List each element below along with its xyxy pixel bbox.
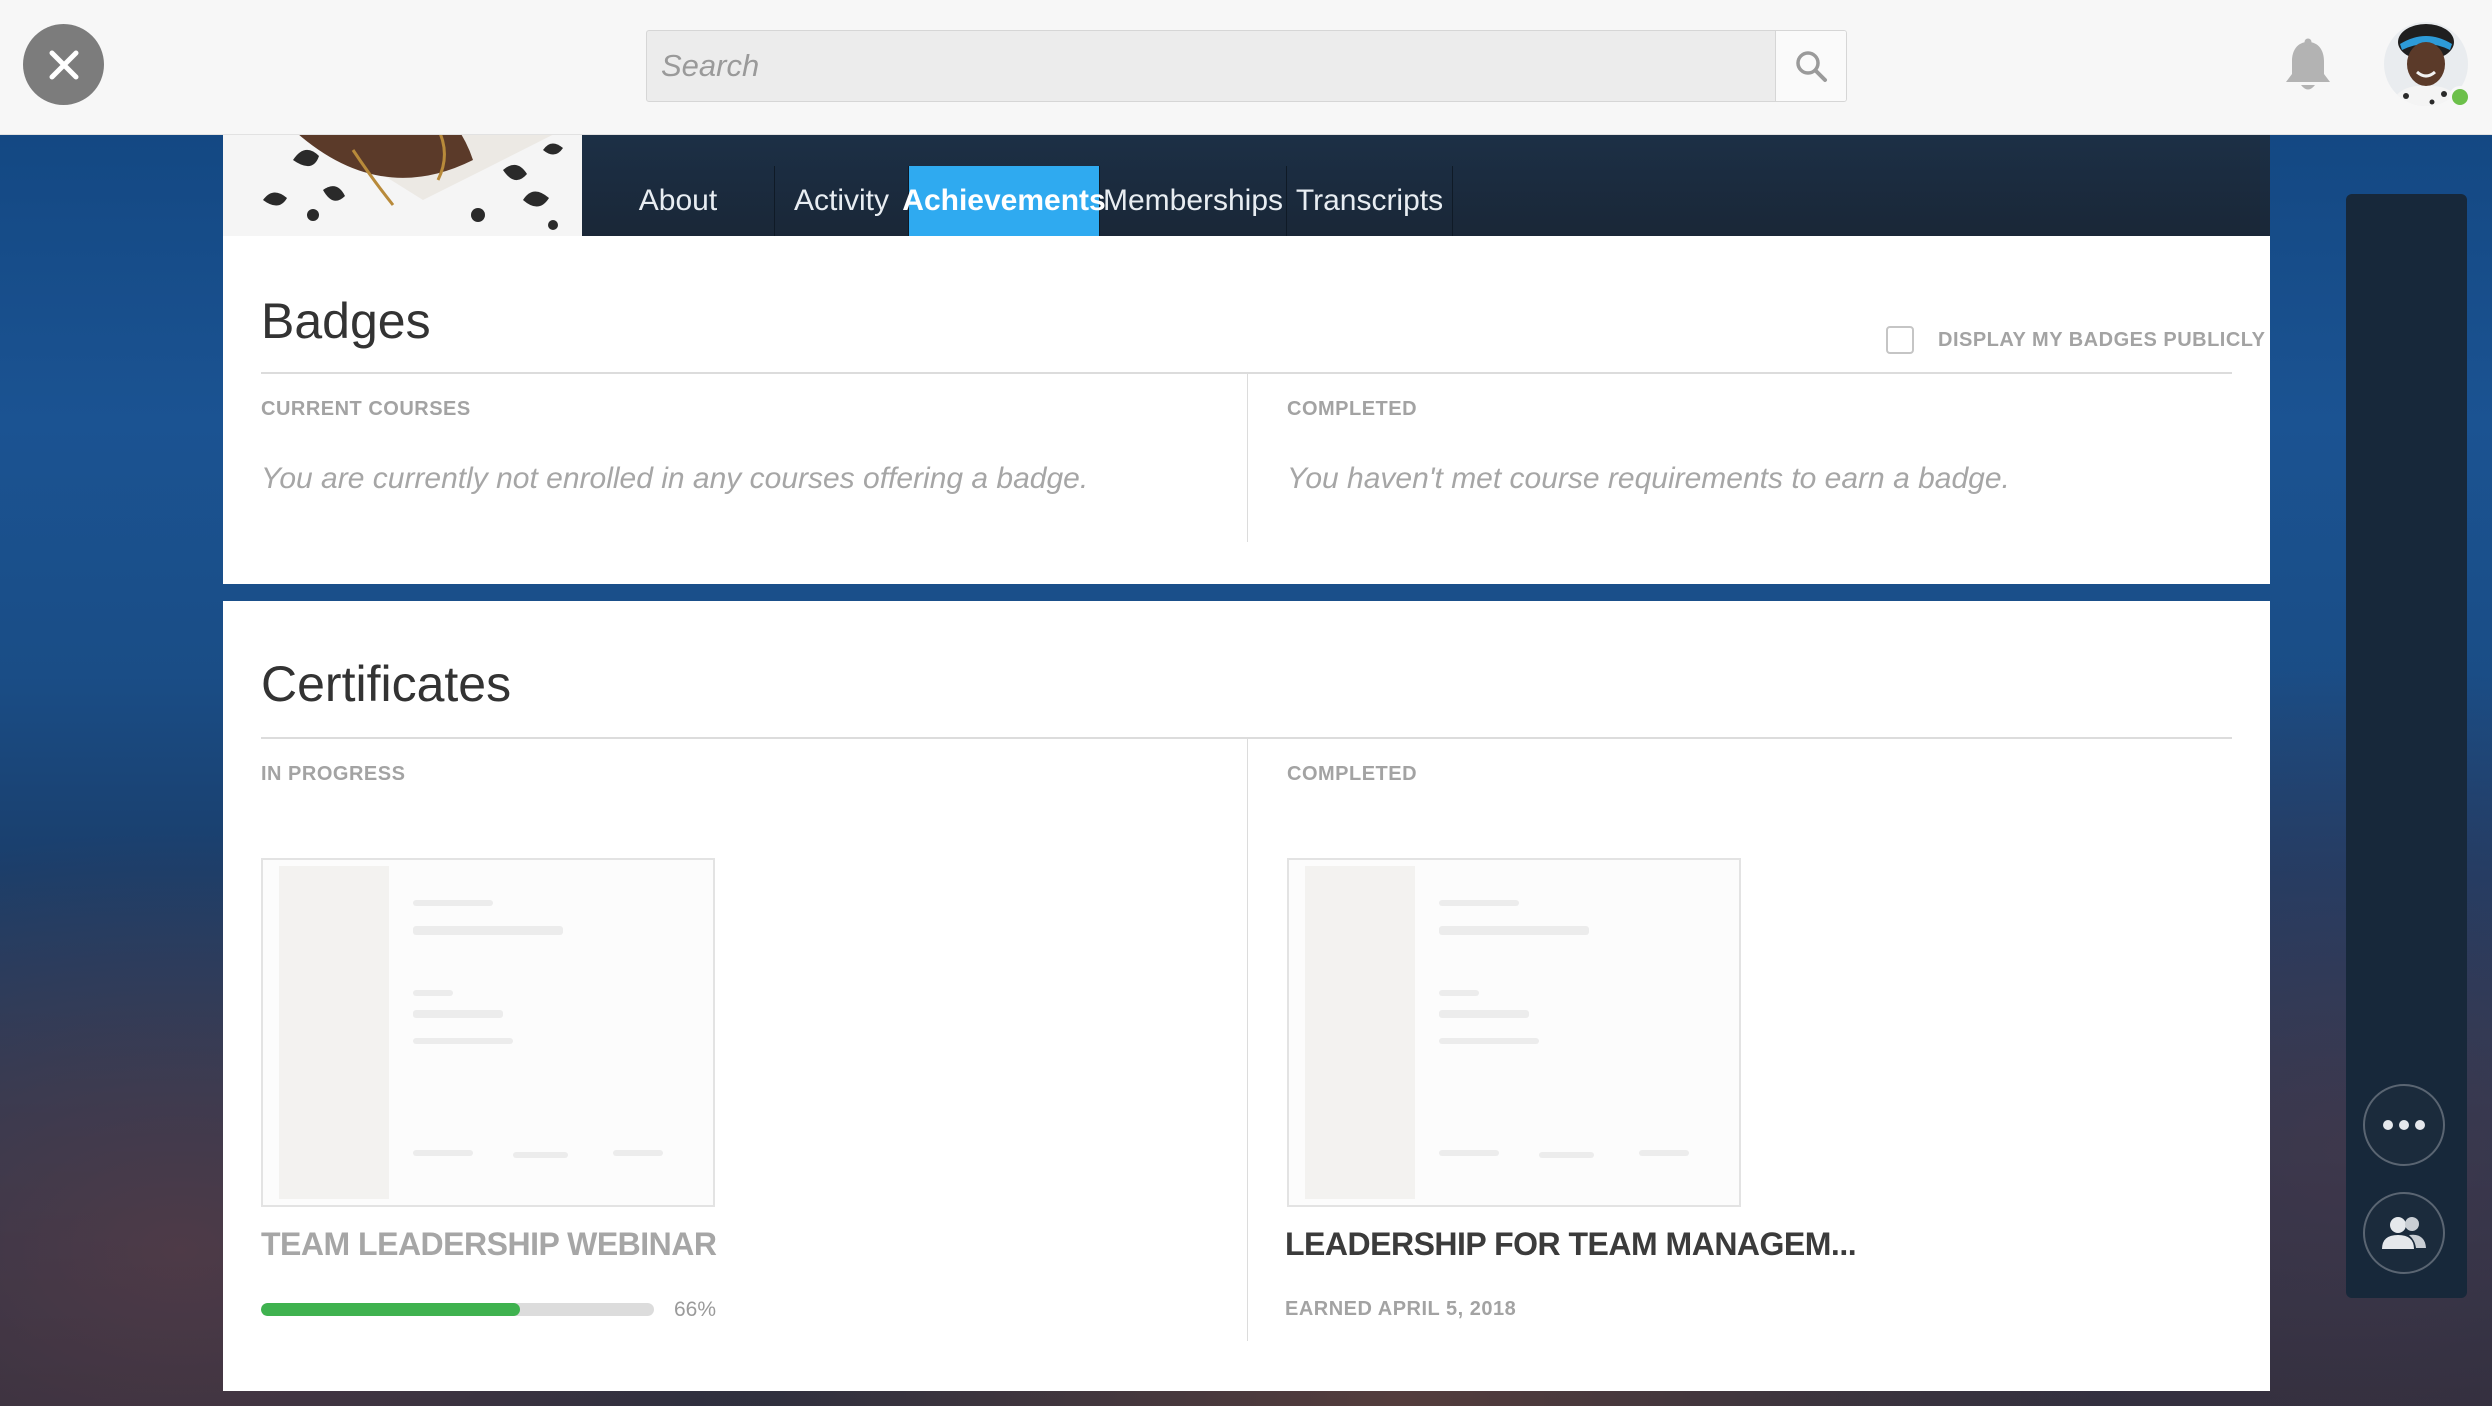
- badges-completed-label: COMPLETED: [1287, 398, 1418, 420]
- certificate-placeholder-line: [613, 1150, 663, 1156]
- tab-activity[interactable]: Activity: [775, 166, 909, 236]
- tab-achievements[interactable]: Achievements: [902, 166, 1106, 236]
- tab-transcripts[interactable]: Transcripts: [1287, 166, 1453, 236]
- certificate-placeholder-line: [513, 1152, 568, 1158]
- certificate-placeholder-line: [413, 1010, 503, 1018]
- certificate-progress-percent: 66%: [674, 1298, 717, 1321]
- certificates-column-divider: [1247, 739, 1248, 1341]
- certificate-decoration: [1305, 866, 1415, 1199]
- more-icon: [2383, 1120, 2425, 1130]
- certificates-title: Certificates: [261, 656, 512, 712]
- certificate-placeholder-line: [1439, 1010, 1529, 1018]
- certificate-progress-bar: [261, 1303, 654, 1316]
- search-button[interactable]: [1775, 31, 1846, 101]
- certificate-placeholder-line: [1639, 1150, 1689, 1156]
- top-header: [0, 0, 2492, 135]
- certificate-placeholder-line: [1439, 1150, 1499, 1156]
- more-options-button[interactable]: [2363, 1084, 2445, 1166]
- certificate-placeholder-line: [413, 990, 453, 996]
- current-courses-empty-message: You are currently not enrolled in any co…: [261, 462, 1089, 495]
- certificates-completed-label: COMPLETED: [1287, 763, 1418, 785]
- people-button[interactable]: [2363, 1192, 2445, 1274]
- tab-memberships[interactable]: Memberships: [1100, 166, 1287, 236]
- certificates-panel: Certificates IN PROGRESS COMPLETED TEAM …: [223, 601, 2270, 1391]
- certificate-title-in-progress[interactable]: TEAM LEADERSHIP WEBINAR: [261, 1226, 717, 1263]
- certificate-title-completed[interactable]: LEADERSHIP FOR TEAM MANAGEM...: [1285, 1226, 1857, 1263]
- certificate-placeholder-line: [413, 900, 493, 906]
- search-icon: [1796, 51, 1827, 82]
- close-icon: [49, 50, 78, 79]
- tab-about[interactable]: About: [582, 166, 775, 236]
- badges-title: Badges: [261, 293, 431, 349]
- certificate-decoration: [279, 866, 389, 1199]
- display-badges-checkbox[interactable]: [1886, 326, 1914, 354]
- certificate-progress-fill: [261, 1303, 521, 1316]
- current-courses-label: CURRENT COURSES: [261, 398, 471, 420]
- display-badges-publicly-toggle[interactable]: DISPLAY MY BADGES PUBLICLY: [1886, 326, 2266, 354]
- badges-panel: Badges DISPLAY MY BADGES PUBLICLY CURREN…: [223, 236, 2270, 584]
- notifications-button[interactable]: [2283, 38, 2333, 94]
- search-input[interactable]: [647, 31, 1775, 101]
- certificate-thumbnail-in-progress[interactable]: [261, 858, 715, 1207]
- certificate-placeholder-line: [1439, 900, 1519, 906]
- badges-column-divider: [1247, 374, 1248, 542]
- search-bar: [646, 30, 1847, 102]
- in-progress-label: IN PROGRESS: [261, 763, 406, 785]
- certificate-thumbnail-completed[interactable]: [1287, 858, 1741, 1207]
- certificate-placeholder-line: [413, 1038, 513, 1044]
- badges-completed-empty-message: You haven't met course requirements to e…: [1287, 462, 2010, 495]
- close-button[interactable]: [23, 24, 104, 105]
- certificate-placeholder-line: [1439, 926, 1589, 935]
- certificate-placeholder-line: [413, 926, 563, 935]
- certificate-placeholder-line: [413, 1150, 473, 1156]
- people-icon: [2382, 1217, 2426, 1249]
- certificate-placeholder-line: [1539, 1152, 1594, 1158]
- online-status-indicator: [2449, 86, 2471, 108]
- profile-tabs-bar: About Activity Achievements Memberships …: [582, 134, 2270, 236]
- display-badges-label: DISPLAY MY BADGES PUBLICLY: [1938, 328, 2266, 351]
- profile-tabs: About Activity Achievements Memberships …: [582, 166, 1453, 236]
- certificate-placeholder-line: [1439, 990, 1479, 996]
- certificate-earned-date: EARNED APRIL 5, 2018: [1285, 1298, 1517, 1320]
- bell-icon: [2286, 38, 2330, 90]
- certificate-placeholder-line: [1439, 1038, 1539, 1044]
